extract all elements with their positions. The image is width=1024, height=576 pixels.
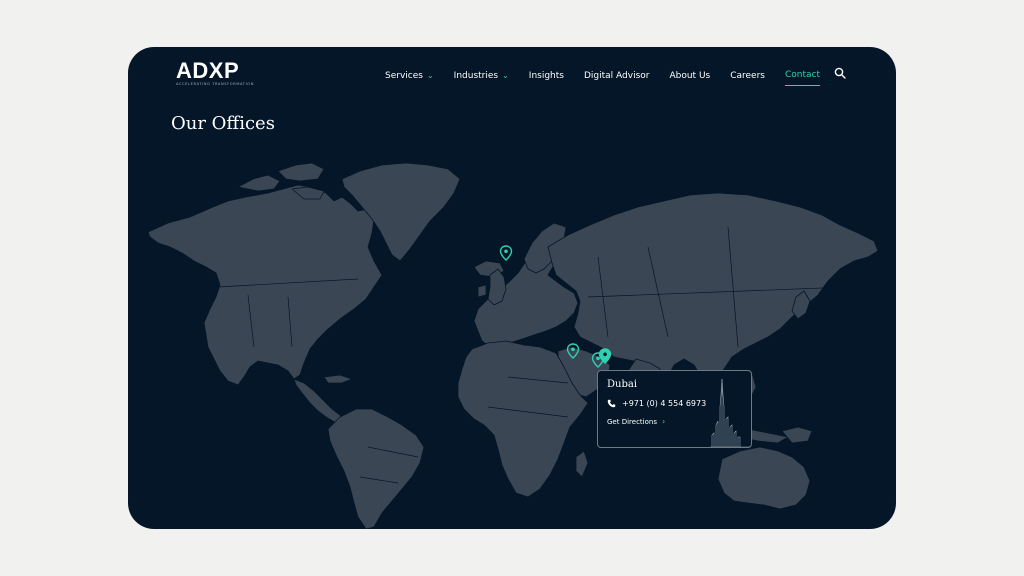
nav-digital-advisor[interactable]: Digital Advisor: [584, 66, 649, 86]
caribbean: [323, 374, 353, 384]
madagascar: [575, 450, 589, 478]
logo-tagline: ACCELERATING TRANSFORMATION: [176, 82, 254, 86]
office-city: Dubai: [607, 379, 638, 390]
phone-icon: [607, 399, 616, 408]
nav-industries[interactable]: Industries ⌄: [454, 66, 509, 86]
office-popup-card: Dubai +971 (0) 4 554 6973 Get Directions…: [597, 370, 752, 448]
adxp-logo[interactable]: ADXP ACCELERATING TRANSFORMATION: [176, 58, 253, 89]
app-window: ADXP ACCELERATING TRANSFORMATION Service…: [128, 47, 896, 529]
north-america: [147, 184, 383, 386]
office-phone[interactable]: +971 (0) 4 554 6973: [607, 399, 706, 408]
nav-industries-label: Industries: [453, 71, 499, 81]
british-isles: [477, 284, 487, 298]
office-phone-number: +971 (0) 4 554 6973: [622, 399, 707, 408]
main-nav: Services ⌄ Industries ⌄ Insights Digital…: [365, 66, 820, 86]
australia: [717, 446, 811, 510]
central-america: [293, 378, 345, 424]
nav-insights[interactable]: Insights: [529, 66, 564, 86]
arctic-islands: [237, 174, 281, 192]
dubai-skyline-illustration: [710, 378, 750, 447]
nav-digital-advisor-label: Digital Advisor: [583, 71, 650, 81]
logo-wordmark: ADXP: [176, 58, 240, 83]
get-directions-link[interactable]: Get Directions ›: [607, 417, 665, 426]
search-icon[interactable]: [834, 67, 846, 79]
location-pin-icon[interactable]: [566, 343, 580, 359]
nav-careers-label: Careers: [730, 71, 765, 81]
nav-about-us[interactable]: About Us: [669, 66, 710, 86]
page-title: Our Offices: [171, 113, 275, 134]
location-pin-icon-selected[interactable]: [598, 348, 612, 364]
arctic-islands: [277, 162, 325, 182]
chevron-down-icon: ⌄: [426, 71, 434, 80]
new-guinea: [781, 426, 813, 444]
nav-contact[interactable]: Contact: [784, 66, 820, 86]
south-america: [327, 408, 425, 529]
get-directions-label: Get Directions: [607, 417, 657, 426]
nav-about-us-label: About Us: [669, 71, 711, 81]
chevron-down-icon: ⌄: [502, 71, 509, 80]
chevron-right-icon: ›: [661, 417, 666, 426]
nav-services[interactable]: Services ⌄: [385, 66, 434, 86]
nav-services-label: Services: [385, 71, 423, 81]
top-navigation: ADXP ACCELERATING TRANSFORMATION Service…: [128, 47, 896, 107]
nav-contact-label: Contact: [784, 70, 820, 80]
nav-careers[interactable]: Careers: [730, 66, 765, 86]
location-pin-icon[interactable]: [499, 245, 513, 261]
nav-insights-label: Insights: [528, 71, 564, 81]
